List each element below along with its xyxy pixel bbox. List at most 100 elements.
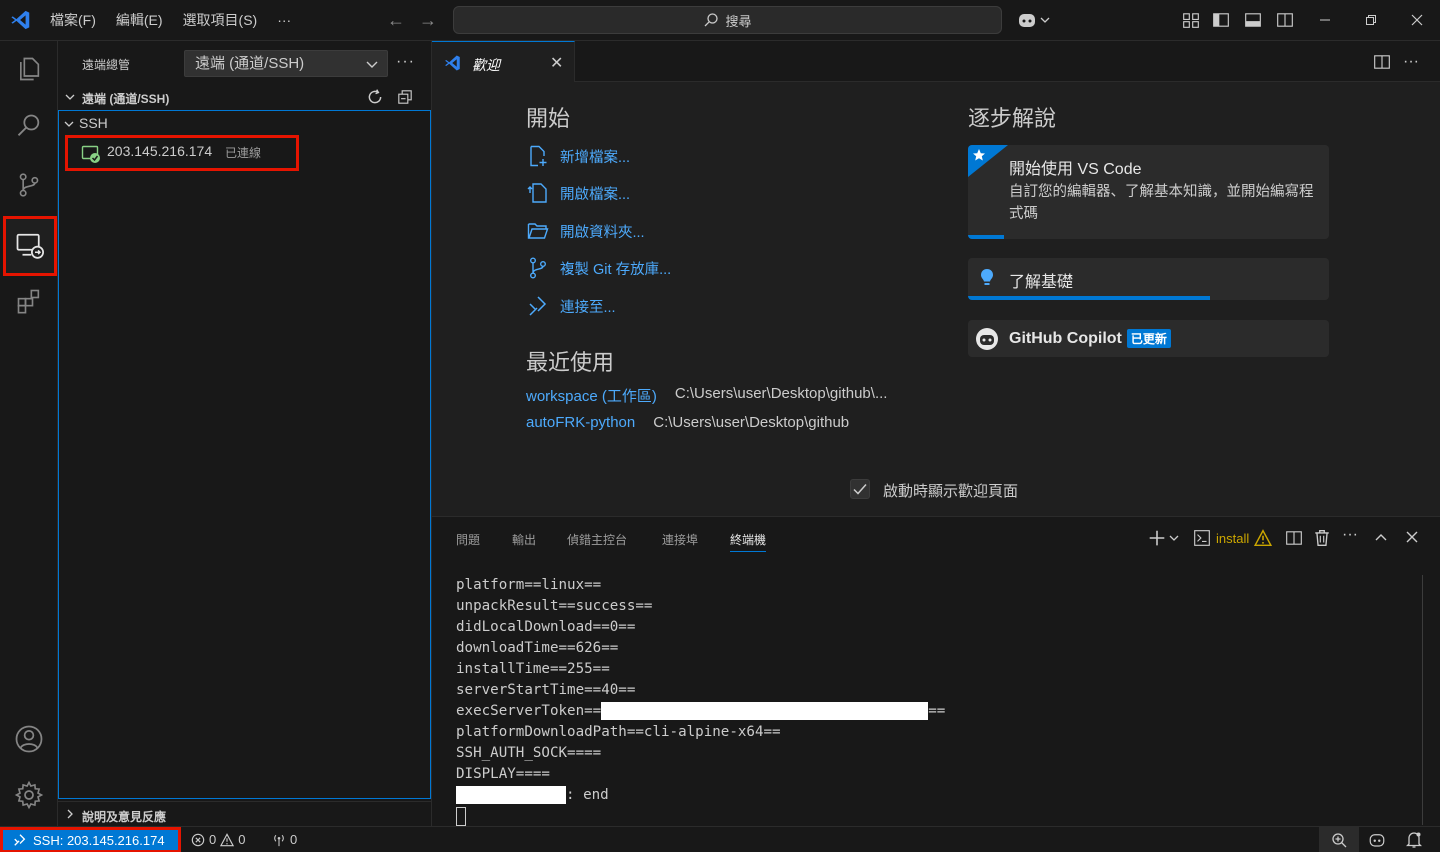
terminal-scrollbar[interactable]	[1422, 575, 1423, 825]
toggle-primary-sidebar-icon[interactable]	[1212, 11, 1230, 29]
walkthrough-card-fundamentals[interactable]: 了解基礎	[968, 258, 1329, 300]
remote-section-title: 遠端 (通道/SSH)	[82, 92, 170, 106]
tab-ports[interactable]: 連接埠	[662, 531, 698, 548]
sidebar-header: 遠端總管 遠端 (通道/SSH) ···	[58, 41, 432, 85]
collapse-all-icon[interactable]	[396, 88, 414, 106]
tab-bar: 歡迎 ✕ ···	[432, 41, 1440, 82]
clone-repo-link[interactable]: 複製 Git 存放庫...	[526, 256, 671, 280]
remote-section-header[interactable]: 遠端 (通道/SSH)	[58, 86, 432, 108]
ports-indicator[interactable]: 0	[272, 832, 297, 847]
more-actions-icon[interactable]: ···	[396, 53, 415, 71]
toggle-panel-icon[interactable]	[1244, 11, 1262, 29]
broadcast-icon	[274, 834, 284, 846]
back-arrow-icon[interactable]: ←	[387, 11, 405, 29]
search-button[interactable]	[0, 98, 58, 154]
chevron-down-icon	[366, 61, 378, 68]
connect-to-link[interactable]: 連接至...	[526, 294, 616, 318]
show-on-startup-checkbox[interactable]	[850, 479, 870, 499]
lightbulb-icon	[981, 269, 993, 285]
chevron-down-icon	[64, 121, 74, 127]
tab-output[interactable]: 輸出	[512, 531, 536, 548]
source-control-button[interactable]	[0, 157, 58, 213]
menu-file[interactable]: 檔案(F)	[40, 10, 106, 30]
recent-item-path: C:\Users\user\Desktop\github	[653, 414, 850, 431]
remote-connected-icon	[81, 145, 100, 163]
walkthrough-card-get-started[interactable]: 開始使用 VS Code 自訂您的編輯器、了解基本知識，並開始編寫程式碼	[968, 145, 1329, 239]
menu-more[interactable]: ···	[267, 12, 301, 28]
notifications-bell-icon[interactable]	[1406, 831, 1422, 849]
recent-item[interactable]: autoFRK-python C:\Users\user\Desktop\git…	[526, 414, 849, 431]
accounts-button[interactable]	[0, 711, 58, 767]
problems-indicator[interactable]: 0 0	[191, 832, 245, 847]
terminal-instance[interactable]: install	[1193, 529, 1273, 547]
show-on-startup-label: 啟動時顯示歡迎頁面	[883, 483, 1019, 500]
customize-layout-icon[interactable]	[1182, 11, 1200, 29]
refresh-icon[interactable]	[366, 88, 384, 106]
trash-icon[interactable]	[1313, 529, 1331, 547]
command-center-search[interactable]: 搜尋	[453, 6, 1002, 34]
copilot-status-icon[interactable]	[1368, 831, 1386, 849]
account-icon	[15, 725, 43, 753]
open-file-link[interactable]: 開啟檔案...	[526, 181, 630, 205]
menu-selection[interactable]: 選取項目(S)	[173, 10, 268, 30]
remote-explorer-button[interactable]	[3, 216, 57, 276]
close-window-button[interactable]	[1394, 0, 1440, 40]
restore-button[interactable]	[1348, 0, 1394, 40]
help-feedback-section[interactable]: 說明及意見反應	[58, 801, 432, 825]
explorer-button[interactable]	[0, 41, 58, 97]
editor-more-actions-icon[interactable]: ···	[1403, 53, 1419, 71]
new-file-label: 新增檔案...	[560, 149, 631, 166]
walkthrough-card-copilot[interactable]: GitHub Copilot 已更新	[968, 320, 1329, 357]
maximize-panel-icon[interactable]	[1373, 529, 1389, 545]
new-terminal-icon[interactable]	[1148, 529, 1166, 547]
source-control-icon	[529, 257, 546, 279]
ports-count: 0	[290, 832, 298, 847]
tab-terminal[interactable]: 終端機	[730, 531, 767, 552]
recent-item-path: C:\Users\user\Desktop\github\...	[674, 385, 888, 402]
walkthrough-description: 自訂您的編輯器、了解基本知識，並開始編寫程式碼	[1009, 184, 1314, 222]
extensions-button[interactable]	[0, 273, 58, 329]
tab-problems[interactable]: 問題	[456, 531, 480, 548]
chevron-down-icon[interactable]	[1168, 532, 1180, 544]
remote-type-select[interactable]: 遠端 (通道/SSH)	[184, 50, 388, 77]
extensions-icon	[17, 289, 40, 314]
menu-edit[interactable]: 編輯(E)	[106, 10, 173, 30]
recent-item-name[interactable]: workspace (工作區)	[526, 385, 657, 406]
forward-arrow-icon[interactable]: →	[419, 11, 437, 29]
search-placeholder: 搜尋	[725, 13, 752, 29]
new-file-link[interactable]: 新增檔案...	[526, 144, 630, 168]
panel-more-actions-icon[interactable]: ···	[1342, 526, 1358, 544]
warning-icon	[1254, 529, 1273, 547]
walkthrough-title-row: GitHub Copilot 已更新	[1009, 329, 1171, 348]
tab-debug-console[interactable]: 偵錯主控台	[567, 531, 627, 548]
bottom-panel: 問題 輸出 偵錯主控台 連接埠 終端機 install ··· platform…	[432, 516, 1440, 826]
zoom-button[interactable]	[1319, 827, 1359, 852]
close-panel-icon[interactable]	[1404, 529, 1420, 545]
recent-item-name[interactable]: autoFRK-python	[526, 414, 635, 431]
open-folder-label: 開啟資料夾...	[560, 224, 645, 241]
terminal-line	[456, 806, 945, 827]
end-suffix: : end	[566, 787, 609, 803]
recent-item[interactable]: workspace (工作區) C:\Users\user\Desktop\gi…	[526, 385, 887, 406]
remote-tree: SSH 203.145.216.174 已連線	[58, 110, 431, 799]
manage-button[interactable]	[0, 767, 58, 823]
error-icon	[191, 833, 205, 846]
close-tab-icon[interactable]: ✕	[550, 53, 563, 73]
updated-badge: 已更新	[1126, 329, 1171, 348]
remote-indicator[interactable]: SSH: 203.145.216.174	[0, 827, 181, 852]
terminal-output[interactable]: platform==linux== unpackResult==success=…	[456, 575, 945, 827]
copilot-icon[interactable]	[1017, 11, 1051, 29]
minimize-button[interactable]	[1302, 0, 1348, 40]
error-count: 0	[209, 832, 217, 847]
token-suffix: ==	[928, 703, 946, 719]
toggle-secondary-sidebar-icon[interactable]	[1276, 11, 1294, 29]
split-terminal-icon[interactable]	[1285, 529, 1303, 547]
tab-welcome[interactable]: 歡迎 ✕	[432, 41, 575, 82]
ssh-host-row[interactable]: 203.145.216.174 已連線	[65, 135, 299, 171]
search-icon	[705, 13, 719, 27]
ssh-group-row[interactable]: SSH	[64, 115, 108, 131]
checkmark-icon	[853, 484, 867, 495]
open-folder-link[interactable]: 開啟資料夾...	[526, 219, 645, 243]
chevron-down-icon	[65, 94, 75, 100]
split-editor-icon[interactable]	[1373, 53, 1391, 71]
